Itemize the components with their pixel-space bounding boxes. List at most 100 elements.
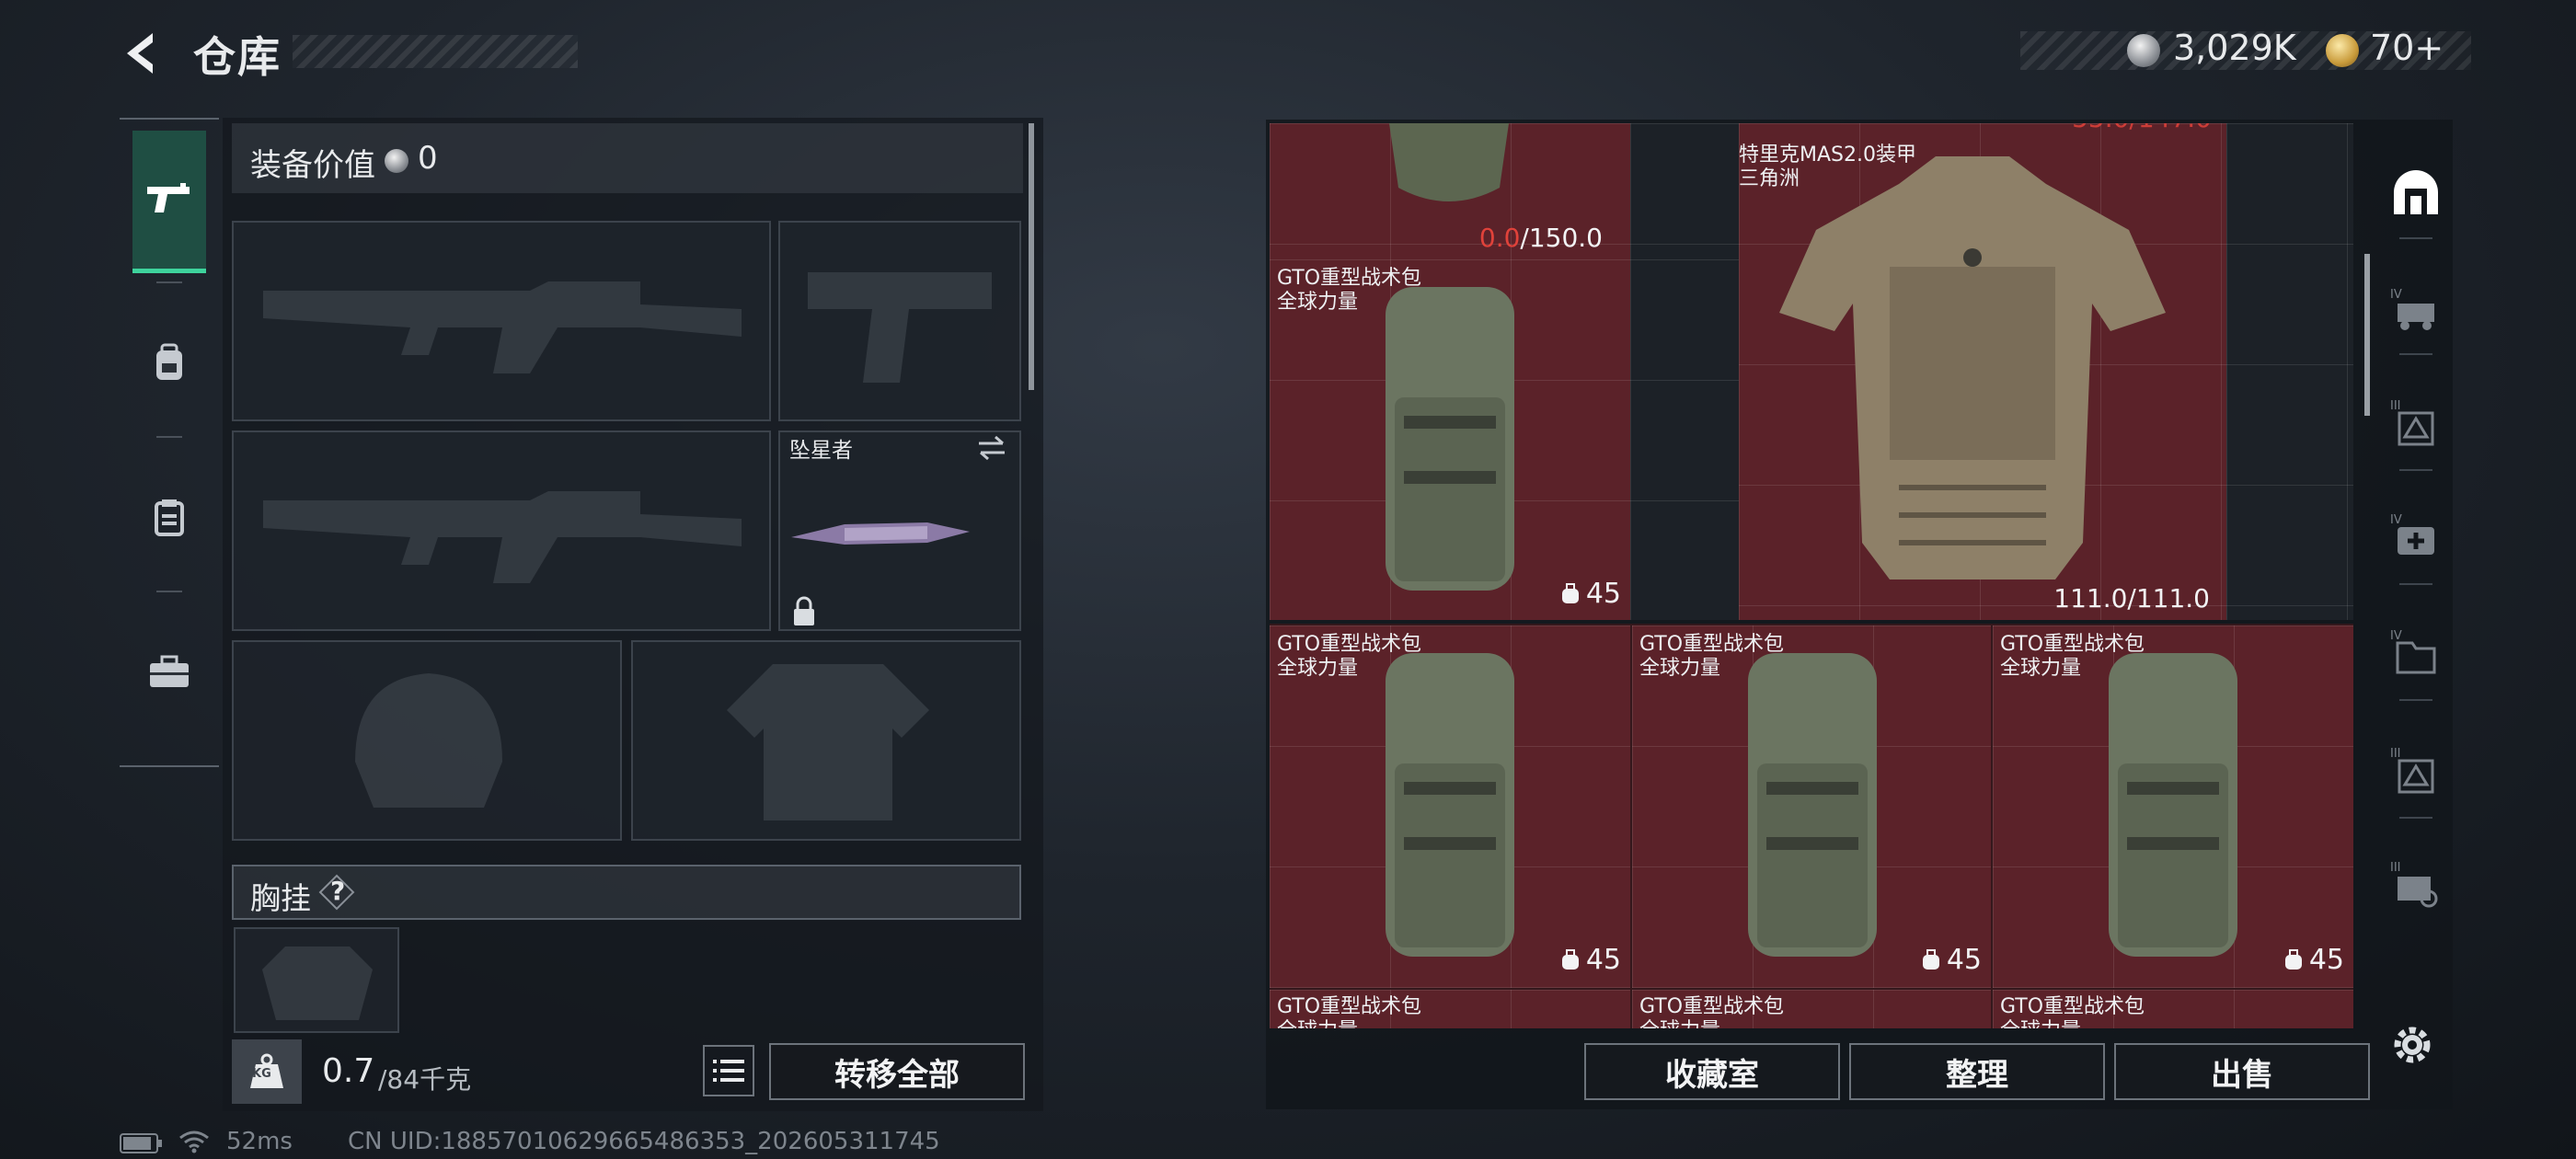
- melee-name: 坠星者: [789, 439, 853, 463]
- tab-weapons[interactable]: [132, 131, 206, 273]
- storage-scrollbar[interactable]: [2364, 254, 2370, 416]
- list-view-button[interactable]: [703, 1045, 754, 1096]
- help-symbol: ?: [330, 876, 346, 906]
- storage-page-2[interactable]: IV: [2385, 276, 2447, 340]
- svg-text:III: III: [2390, 861, 2401, 875]
- svg-text:III: III: [2390, 747, 2401, 761]
- backpack-icon: [1748, 653, 1877, 957]
- backpack-name: GTO重型战术包: [1639, 995, 1785, 1018]
- backpack-faction: 全球力量: [1277, 657, 1359, 680]
- storage-page-3[interactable]: III: [2385, 390, 2447, 454]
- capacity-icon: [1561, 582, 1579, 603]
- weight-max: /84千克: [378, 1064, 472, 1095]
- backpack-faction: 全球力量: [1639, 657, 1721, 680]
- chest-rig-slot[interactable]: [234, 927, 399, 1033]
- storage-item-backpack[interactable]: GTO重型战术包 全球力量 45: [1991, 624, 2353, 988]
- rifle-silhouette-icon: [263, 491, 742, 583]
- tab-vest[interactable]: [132, 449, 206, 587]
- backpack-capacity: 45: [1921, 944, 1982, 976]
- battery-icon: [120, 1133, 162, 1153]
- category-rail: [120, 118, 219, 767]
- capacity-icon: [1922, 948, 1939, 970]
- backpack-icon: [1386, 653, 1514, 957]
- storage-item-armor-left[interactable]: 0.0/150.0: [1270, 123, 1630, 259]
- primary-weapon-slot[interactable]: [232, 221, 771, 421]
- storage-item-backpack[interactable]: GTO重型战术包 全球力量: [1270, 988, 1630, 1028]
- svg-text:III: III: [2390, 399, 2401, 413]
- iv-folder-icon: IV: [2390, 629, 2436, 674]
- capacity-value: 45: [1946, 944, 1982, 976]
- rail-divider: [2399, 583, 2432, 585]
- collection-room-button[interactable]: 收藏室: [1584, 1043, 1840, 1100]
- gold-coin-balance[interactable]: 70+: [2370, 28, 2444, 68]
- tab-backpack[interactable]: [132, 294, 206, 432]
- durability-current: 0.0: [1478, 223, 1521, 253]
- storage-item-backpack[interactable]: GTO重型战术包 全球力量: [1991, 988, 2353, 1028]
- storage-page-home[interactable]: [2385, 160, 2447, 224]
- backpack-icon: [156, 343, 182, 380]
- body-armor-icon: [1779, 156, 2166, 580]
- storage-empty-cell[interactable]: [2226, 123, 2353, 620]
- storage-empty-cell[interactable]: [1630, 123, 1739, 259]
- help-button[interactable]: ?: [318, 874, 355, 911]
- title-decoration: [293, 35, 578, 68]
- toolbox-icon: [150, 655, 189, 687]
- storage-item-backpack[interactable]: GTO重型战术包 全球力量 45: [1270, 624, 1630, 988]
- rifle-silhouette-icon: [263, 281, 742, 373]
- list-icon: [713, 1060, 744, 1082]
- secondary-weapon-slot[interactable]: [232, 430, 771, 631]
- home-icon: [2394, 170, 2438, 214]
- pistol-slot[interactable]: [778, 221, 1021, 421]
- svg-text:IV: IV: [2390, 513, 2402, 527]
- weight-current: 0.7: [322, 1052, 375, 1090]
- capacity-value: 45: [1585, 578, 1621, 610]
- armor-vest-icon: [1389, 123, 1509, 201]
- storage-page-5[interactable]: IV: [2385, 620, 2447, 684]
- gold-coin-icon: [2326, 34, 2359, 67]
- swap-icon[interactable]: [975, 434, 1008, 462]
- organize-button[interactable]: 整理: [1849, 1043, 2105, 1100]
- rail-divider: [2399, 699, 2432, 701]
- durability-max: /150.0: [1520, 223, 1603, 253]
- silver-coin-icon: [2127, 34, 2160, 67]
- backpack-icon: [2109, 653, 2237, 957]
- back-arrow-icon: [127, 33, 153, 74]
- storage-page-6[interactable]: III: [2385, 738, 2447, 802]
- body-armor-slot[interactable]: [631, 640, 1021, 841]
- silver-coin-icon: [385, 149, 408, 173]
- storage-item-backpack[interactable]: GTO重型战术包 全球力量 45: [1630, 624, 1991, 988]
- settings-gear-icon[interactable]: [2388, 1021, 2436, 1069]
- storage-item-armor-main[interactable]: 55.0/147.0 特里克MAS2.0装甲 三角洲 111.0/111.0: [1739, 123, 2226, 620]
- storage-item-backpack[interactable]: GTO重型战术包 全球力量 45: [1270, 259, 1630, 620]
- pistol-icon: [147, 183, 190, 212]
- backpack-faction: 全球力量: [2000, 1019, 2081, 1028]
- sell-button[interactable]: 出售: [2114, 1043, 2370, 1100]
- backpack-name: GTO重型战术包: [1277, 995, 1422, 1018]
- storage-item-backpack[interactable]: GTO重型战术包 全球力量: [1630, 988, 1991, 1028]
- storage-empty-cell[interactable]: [1630, 259, 1739, 620]
- helmet-slot[interactable]: [232, 640, 622, 841]
- backpack-capacity: 45: [1560, 578, 1621, 610]
- equipment-scrollbar[interactable]: [1029, 123, 1034, 390]
- storage-page-4[interactable]: IV: [2385, 504, 2447, 568]
- rail-divider: [156, 281, 182, 283]
- storage-page-7[interactable]: III: [2385, 852, 2447, 916]
- tab-toolbox[interactable]: [132, 603, 206, 741]
- svg-text:IV: IV: [2390, 629, 2402, 643]
- svg-text:IV: IV: [2390, 288, 2402, 302]
- backpack-faction: 全球力量: [1277, 291, 1359, 314]
- backpack-faction: 全球力量: [1277, 1019, 1358, 1028]
- lock-icon: [794, 596, 814, 625]
- silver-coin-balance[interactable]: 3,029K: [2173, 28, 2296, 68]
- transfer-all-button[interactable]: 转移全部: [769, 1043, 1025, 1100]
- ping-value: 52ms: [226, 1128, 293, 1155]
- clipboard-icon: [155, 499, 184, 536]
- back-button[interactable]: [118, 28, 169, 79]
- equipment-value-label: 装备价值: [250, 147, 375, 184]
- rail-divider: [2399, 353, 2432, 355]
- iv-vehicle-icon: IV: [2390, 288, 2434, 330]
- iii-gear-icon: III: [2390, 861, 2438, 908]
- wifi-icon: [179, 1130, 209, 1153]
- rail-divider: [2399, 237, 2432, 239]
- rail-divider: [2399, 817, 2432, 819]
